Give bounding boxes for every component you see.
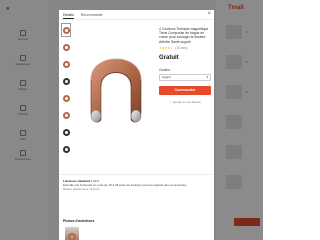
tab-recommended[interactable]: Recommandé bbox=[81, 12, 103, 19]
product-main-image[interactable] bbox=[77, 30, 155, 150]
option-select[interactable]: Argent ▾ bbox=[159, 73, 211, 81]
product-info: 4 Couleurs Thérapie magnétique Tiens Com… bbox=[159, 27, 211, 104]
thumbnail-item[interactable] bbox=[62, 75, 70, 87]
thumbnail-item[interactable] bbox=[62, 58, 70, 70]
star-rating-icon: ★★★★☆ bbox=[159, 45, 174, 50]
buyer-photos-heading: Photos d'acheteurs bbox=[63, 219, 95, 223]
option-value: Argent bbox=[162, 75, 171, 80]
rating-count[interactable]: (15 avis) bbox=[175, 46, 187, 50]
product-title: 4 Couleurs Thérapie magnétique Tiens Com… bbox=[159, 27, 209, 44]
buyer-photo-ring bbox=[68, 233, 76, 240]
product-price: Gratuit bbox=[159, 54, 179, 61]
thumbnail-item[interactable] bbox=[62, 126, 70, 138]
thumbnail-item[interactable] bbox=[62, 143, 70, 155]
modal-tabs: Détails Recommandé bbox=[63, 12, 103, 19]
thumbnail-item[interactable] bbox=[61, 23, 71, 37]
tabs-divider bbox=[59, 19, 214, 20]
buy-button[interactable]: Commander bbox=[159, 85, 211, 95]
shipping-description: Livraison standard 2,99 € Expédié par l'… bbox=[63, 179, 193, 191]
thumbnail-item[interactable] bbox=[62, 41, 70, 53]
option-label: Couleur : bbox=[159, 67, 172, 72]
tab-details[interactable]: Détails bbox=[63, 12, 74, 19]
wishlist-link[interactable]: ♡ Ajouter à mes favoris bbox=[159, 100, 211, 104]
rating: ★★★★☆ (15 avis) bbox=[159, 46, 211, 50]
thumbnail-item[interactable] bbox=[62, 92, 70, 104]
product-quick-view-modal: Détails Recommandé × 4 Couleurs Thérapie… bbox=[59, 10, 214, 240]
section-divider bbox=[59, 174, 214, 175]
chevron-down-icon: ▾ bbox=[206, 75, 208, 80]
close-icon[interactable]: × bbox=[207, 11, 211, 17]
thumbnail-list bbox=[61, 23, 71, 160]
thumbnail-item[interactable] bbox=[62, 109, 70, 121]
return-policy-text: Retour gratuit sous 15 jours bbox=[63, 187, 100, 191]
